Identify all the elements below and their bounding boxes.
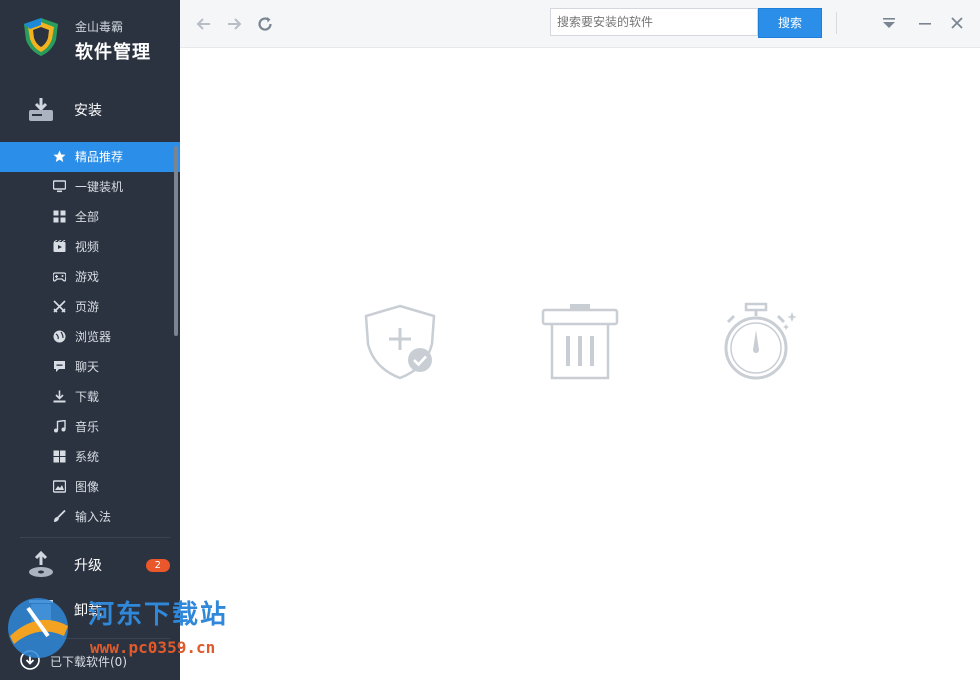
sidebar-item-0[interactable]: 精品推荐	[0, 142, 180, 172]
minimize-icon[interactable]	[916, 14, 934, 32]
search-button[interactable]: 搜索	[758, 8, 822, 38]
sidebar-scrollbar[interactable]	[174, 146, 178, 336]
swords-icon	[53, 300, 66, 313]
sidebar-item-8[interactable]: 下载	[0, 382, 180, 412]
brand: 金山毒霸 软件管理	[20, 14, 180, 64]
sidebar-item-label: 系统	[75, 450, 100, 464]
globe-icon	[53, 330, 66, 343]
section-install[interactable]: 安装	[0, 90, 180, 130]
sidebar-item-9[interactable]: 音乐	[0, 412, 180, 442]
search-input[interactable]	[550, 8, 758, 36]
sidebar-item-label: 页游	[75, 300, 100, 314]
sidebar-item-4[interactable]: 游戏	[0, 262, 180, 292]
watermark-logo-icon	[8, 598, 68, 658]
section-install-label: 安装	[74, 103, 102, 119]
sidebar-item-label: 聊天	[75, 360, 100, 374]
sidebar-item-12[interactable]: 输入法	[0, 502, 180, 532]
monitor-icon	[53, 180, 66, 193]
watermark: 河东下载站 www.pc0359.cn	[4, 592, 244, 662]
install-icon	[29, 98, 53, 121]
upgrade-icon	[29, 551, 53, 577]
chat-icon	[54, 361, 65, 372]
gamepad-icon	[53, 272, 66, 282]
sidebar-item-3[interactable]: 视频	[0, 232, 180, 262]
sidebar-item-label: 下载	[75, 390, 100, 404]
sidebar-item-5[interactable]: 页游	[0, 292, 180, 322]
dropdown-menu-icon[interactable]	[880, 14, 898, 32]
sidebar-item-2[interactable]: 全部	[0, 202, 180, 232]
category-nav: 精品推荐一键装机全部视频游戏页游浏览器聊天下载音乐系统图像输入法	[0, 142, 180, 532]
back-arrow-icon[interactable]	[194, 14, 214, 34]
sidebar-item-6[interactable]: 浏览器	[0, 322, 180, 352]
sidebar-item-label: 全部	[75, 210, 100, 224]
sidebar-item-label: 图像	[75, 480, 100, 494]
brand-line2: 软件管理	[75, 42, 151, 63]
sidebar-item-label: 精品推荐	[75, 150, 124, 164]
refresh-icon[interactable]	[255, 14, 275, 34]
watermark-text: 河东下载站	[88, 600, 229, 630]
main-content	[180, 47, 980, 680]
sidebar: 金山毒霸 软件管理 安装 精品推荐一键装机全部视频游戏页游浏览器聊天下载音乐系统…	[0, 0, 180, 680]
forward-arrow-icon[interactable]	[224, 14, 244, 34]
sidebar-item-label: 一键装机	[75, 180, 124, 194]
sidebar-item-1[interactable]: 一键装机	[0, 172, 180, 202]
video-icon	[53, 240, 66, 252]
sidebar-item-10[interactable]: 系统	[0, 442, 180, 472]
trash-bin-icon	[541, 304, 619, 380]
sidebar-item-label: 视频	[75, 240, 100, 254]
brand-line1: 金山毒霸	[75, 20, 124, 34]
close-icon[interactable]	[948, 14, 966, 32]
section-upgrade[interactable]: 升级 2	[0, 545, 180, 585]
download-icon	[53, 390, 66, 403]
toolbar: 搜索	[180, 0, 980, 48]
windows-icon	[53, 450, 66, 463]
section-upgrade-label: 升级	[74, 558, 102, 574]
upgrade-count-badge: 2	[145, 559, 170, 572]
divider	[20, 537, 170, 538]
sidebar-item-label: 音乐	[75, 420, 100, 434]
sidebar-item-label: 输入法	[75, 510, 112, 524]
grid-icon	[53, 210, 66, 223]
shield-logo-icon	[24, 18, 58, 56]
sidebar-item-7[interactable]: 聊天	[0, 352, 180, 382]
brush-icon	[54, 510, 66, 522]
toolbar-separator	[836, 12, 837, 34]
sidebar-item-11[interactable]: 图像	[0, 472, 180, 502]
watermark-url: www.pc0359.cn	[90, 638, 216, 657]
music-icon	[54, 420, 66, 433]
image-icon	[53, 480, 66, 493]
sidebar-item-label: 游戏	[75, 270, 100, 284]
sidebar-item-label: 浏览器	[75, 330, 112, 344]
star-icon	[53, 150, 66, 162]
stopwatch-icon	[724, 302, 797, 380]
shield-plus-check-icon	[364, 304, 436, 380]
